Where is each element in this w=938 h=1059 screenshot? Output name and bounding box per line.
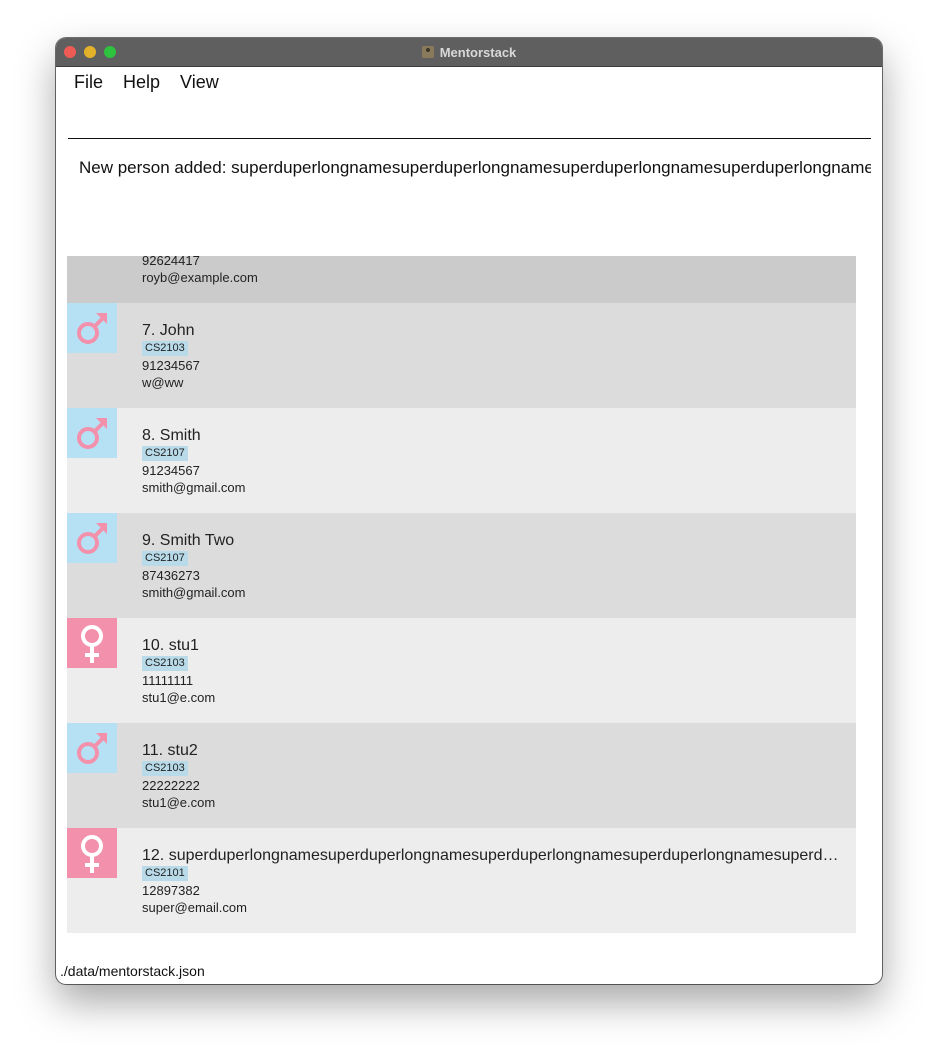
person-card[interactable]: 9. Smith Two CS2107 87436273 smith@gmail.co… xyxy=(67,513,856,618)
result-display: New person added: superduperlongnamesupe… xyxy=(68,142,871,252)
course-tag: CS2101 xyxy=(142,866,188,881)
app-window: Mentorstack File Help View New person ad… xyxy=(56,38,882,984)
course-tag: CS2107 xyxy=(142,446,188,461)
person-phone: 11111111 xyxy=(142,673,194,688)
person-phone: 22222222 xyxy=(142,778,200,793)
male-icon xyxy=(67,303,117,353)
person-email: smith@gmail.com xyxy=(142,585,246,600)
person-phone: 91234567 xyxy=(142,463,200,478)
title-bar: Mentorstack xyxy=(56,38,882,67)
person-card[interactable]: 11. stu2 CS2103 22222222 stu1@e.com xyxy=(67,723,856,828)
app-icon xyxy=(421,46,434,58)
person-email: smith@gmail.com xyxy=(142,480,246,495)
person-phone: 87436273 xyxy=(142,568,200,583)
person-email: stu1@e.com xyxy=(142,795,216,810)
person-name: 10. stu1 xyxy=(142,637,199,654)
course-tag: CS2103 xyxy=(142,656,188,671)
window-title: Mentorstack xyxy=(439,44,517,60)
person-name: 12. superduperlongnamesuperduperlongname… xyxy=(142,847,842,864)
person-phone: 91234567 xyxy=(142,358,200,373)
status-bar: ./data/mentorstack.json xyxy=(56,960,882,982)
person-card[interactable]: 6. Roy BalakrishnanCS210192624417royb@ex… xyxy=(67,256,856,303)
person-phone: 12897382 xyxy=(142,883,200,898)
menu-bar: File Help View xyxy=(56,67,882,97)
menu-help[interactable]: Help xyxy=(123,72,160,93)
person-card[interactable]: 7. John CS2103 91234567 w@ww xyxy=(67,303,856,408)
course-tag: CS2103 xyxy=(142,761,188,776)
person-card[interactable]: 12. superduperlongnamesuperduperlongname… xyxy=(67,828,856,933)
person-email: w@ww xyxy=(142,375,184,390)
data-file-path: ./data/mentorstack.json xyxy=(60,963,205,979)
command-input[interactable] xyxy=(68,102,871,139)
person-card[interactable]: 8. Smith CS2107 91234567 smith@gmail.com xyxy=(67,408,856,513)
person-list[interactable]: 6. Roy BalakrishnanCS210192624417royb@ex… xyxy=(67,256,856,944)
male-icon xyxy=(67,723,117,773)
female-icon xyxy=(67,828,117,878)
person-name: 9. Smith Two xyxy=(142,532,235,549)
person-name: 8. Smith xyxy=(142,427,201,444)
male-icon xyxy=(67,408,117,458)
menu-view[interactable]: View xyxy=(180,72,219,93)
menu-file[interactable]: File xyxy=(74,72,103,93)
person-name: 11. stu2 xyxy=(142,742,198,759)
person-phone: 92624417 xyxy=(142,256,200,268)
person-card[interactable]: 10. stu1 CS2103 11111111 stu1@e.com xyxy=(67,618,856,723)
person-email: royb@example.com xyxy=(142,270,258,285)
result-message: New person added: superduperlongnamesupe… xyxy=(79,158,871,177)
person-name: 7. John xyxy=(142,322,195,339)
female-icon xyxy=(67,618,117,668)
male-icon xyxy=(67,513,117,563)
person-email: super@email.com xyxy=(142,900,247,915)
person-email: stu1@e.com xyxy=(142,690,216,705)
course-tag: CS2107 xyxy=(142,551,188,566)
course-tag: CS2103 xyxy=(142,341,188,356)
